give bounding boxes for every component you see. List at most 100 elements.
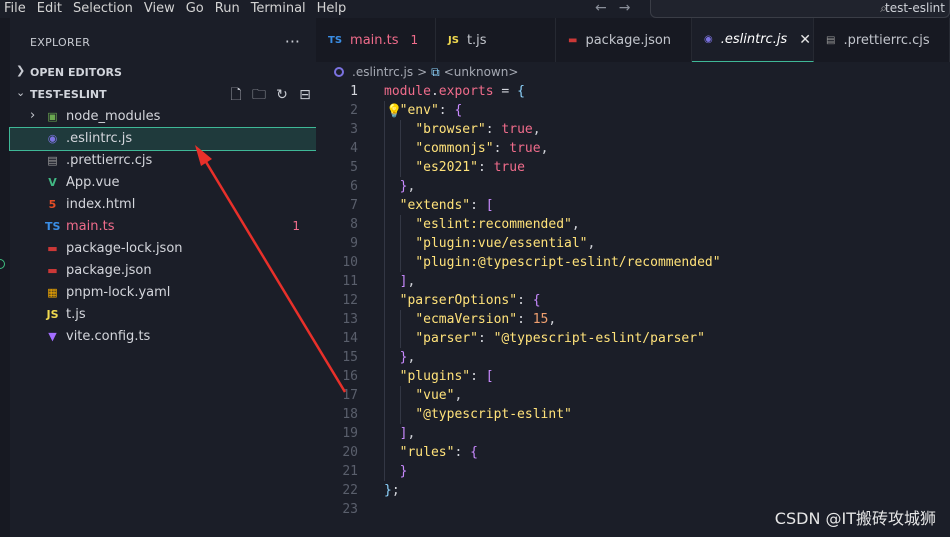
- new-file-icon[interactable]: 🗋: [227, 86, 245, 104]
- project-section[interactable]: ⌄ TEST-ESLINT 🗋 🗀 ↻ ⊟: [10, 86, 316, 104]
- breadcrumb-symbol[interactable]: <unknown>: [444, 65, 519, 79]
- file-tree-item[interactable]: ▬ package-lock.json: [10, 238, 316, 260]
- tab-file-icon: JS: [448, 34, 459, 46]
- code-line[interactable]: 9 "plugin:vue/essential",: [316, 234, 950, 253]
- breadcrumb: .eslintrc.js > ⧉ <unknown>: [334, 64, 518, 80]
- menu-item-file[interactable]: File: [0, 0, 32, 18]
- line-number: 3: [350, 122, 358, 137]
- menu-item-go[interactable]: Go: [181, 0, 210, 18]
- status-dot-icon: [0, 259, 5, 269]
- file-name: vite.config.ts: [66, 329, 151, 344]
- code-line[interactable]: 3 "browser": true,: [316, 120, 950, 139]
- code-text: "@typescript-eslint": [415, 407, 572, 422]
- explorer-header: EXPLORER ···: [10, 32, 316, 52]
- line-number: 21: [342, 464, 358, 479]
- npm-icon: ▬: [47, 242, 58, 255]
- code-line[interactable]: 14 "parser": "@typescript-eslint/parser": [316, 329, 950, 348]
- editor-tab[interactable]: ◉ .eslintrc.js ✕: [692, 18, 814, 62]
- code-editor[interactable]: 1 module.exports = {2 "env": {💡 3 "browser…: [316, 82, 950, 519]
- open-editors-label: OPEN EDITORS: [30, 66, 122, 79]
- code-line[interactable]: 8 "eslint:recommended",: [316, 215, 950, 234]
- code-line[interactable]: 17 "vue",: [316, 386, 950, 405]
- breadcrumb-separator: >: [417, 65, 428, 79]
- code-text: ],: [399, 274, 416, 289]
- menu-item-run[interactable]: Run: [210, 0, 246, 18]
- code-line[interactable]: 11 ],: [316, 272, 950, 291]
- line-number: 22: [342, 483, 358, 498]
- code-line[interactable]: 5 "es2021": true: [316, 158, 950, 177]
- line-number: 1: [350, 84, 358, 99]
- file-tree-item[interactable]: V App.vue: [10, 172, 316, 194]
- menu-item-terminal[interactable]: Terminal: [246, 0, 312, 18]
- line-number: 5: [350, 160, 358, 175]
- lightbulb-icon[interactable]: 💡: [386, 102, 402, 121]
- activity-strip: [0, 18, 10, 537]
- prettier-icon: ▤: [47, 154, 58, 167]
- file-name: package.json: [66, 263, 152, 278]
- close-icon[interactable]: ✕: [799, 32, 811, 48]
- refresh-icon[interactable]: ↻: [273, 86, 291, 104]
- file-tree-item[interactable]: TS main.ts 1: [10, 216, 316, 238]
- file-name: .eslintrc.js: [66, 131, 133, 146]
- editor-tab[interactable]: ▬ package.json: [556, 18, 692, 62]
- tab-label: .eslintrc.js: [720, 32, 788, 47]
- code-line[interactable]: 22};: [316, 481, 950, 500]
- menu-item-edit[interactable]: Edit: [32, 0, 68, 18]
- code-line[interactable]: 6 },: [316, 177, 950, 196]
- breadcrumb-file[interactable]: .eslintrc.js: [352, 65, 413, 79]
- editor-tab[interactable]: JS t.js: [436, 18, 556, 62]
- editor-tab[interactable]: ▤ .prettierrc.cjs: [814, 18, 950, 62]
- line-number: 16: [342, 369, 358, 384]
- chevron-down-icon: ⌄: [16, 86, 26, 99]
- code-line[interactable]: 7 "extends": [: [316, 196, 950, 215]
- code-line[interactable]: 12 "parserOptions": {: [316, 291, 950, 310]
- file-name: pnpm-lock.yaml: [66, 285, 171, 300]
- line-number: 19: [342, 426, 358, 441]
- file-tree-item[interactable]: ▦ pnpm-lock.yaml: [10, 282, 316, 304]
- explorer-title: EXPLORER: [30, 36, 91, 49]
- code-line[interactable]: 20 "rules": {: [316, 443, 950, 462]
- command-center-search[interactable]: ⌕ test-eslint: [650, 0, 950, 18]
- menu-item-view[interactable]: View: [139, 0, 181, 18]
- code-line[interactable]: 15 },: [316, 348, 950, 367]
- file-tree-item[interactable]: ▤ .prettierrc.cjs: [10, 150, 316, 172]
- new-folder-icon[interactable]: 🗀: [250, 86, 268, 104]
- file-tree-item[interactable]: ◉ .eslintrc.js: [9, 127, 317, 151]
- code-text: "parserOptions": {: [399, 293, 541, 308]
- menu-item-help[interactable]: Help: [312, 0, 353, 18]
- symbol-icon: ⧉: [431, 64, 440, 79]
- file-tree-item[interactable]: ▬ package.json: [10, 260, 316, 282]
- folder-node-icon: ▣: [47, 110, 58, 123]
- tab-label: package.json: [585, 32, 672, 48]
- menu-item-selection[interactable]: Selection: [68, 0, 139, 18]
- back-arrow-icon[interactable]: ←: [595, 0, 607, 18]
- code-line[interactable]: 13 "ecmaVersion": 15,: [316, 310, 950, 329]
- open-editors-section[interactable]: ❯ OPEN EDITORS: [10, 64, 316, 82]
- line-number: 8: [350, 217, 358, 232]
- code-text: "extends": [: [399, 198, 494, 213]
- collapse-all-icon[interactable]: ⊟: [296, 86, 314, 104]
- editor-area: TS main.ts 1 JS t.js ▬ package.json ◉ .eslintrc.…: [316, 18, 950, 537]
- file-tree-item[interactable]: 5 index.html: [10, 194, 316, 216]
- code-line[interactable]: 1 module.exports = {: [316, 82, 950, 101]
- file-tree-item[interactable]: ▼ vite.config.ts: [10, 326, 316, 348]
- code-text: }: [399, 464, 408, 479]
- code-line[interactable]: 16 "plugins": [: [316, 367, 950, 386]
- code-line[interactable]: 21 }: [316, 462, 950, 481]
- line-number: 7: [350, 198, 358, 213]
- code-text: "plugin:@typescript-eslint/recommended": [415, 255, 721, 270]
- eslint-icon: [334, 67, 344, 77]
- code-line[interactable]: 19 ],: [316, 424, 950, 443]
- code-line[interactable]: 4 "commonjs": true,: [316, 139, 950, 158]
- line-number: 6: [350, 179, 358, 194]
- forward-arrow-icon[interactable]: →: [619, 0, 631, 18]
- code-line[interactable]: 2 "env": {💡: [316, 101, 950, 120]
- code-line[interactable]: 10 "plugin:@typescript-eslint/recommende…: [316, 253, 950, 272]
- editor-tab[interactable]: TS main.ts 1: [316, 18, 436, 62]
- code-line[interactable]: 18 "@typescript-eslint": [316, 405, 950, 424]
- more-actions-icon[interactable]: ···: [285, 32, 300, 51]
- file-tree-item[interactable]: JS t.js: [10, 304, 316, 326]
- line-number: 12: [342, 293, 358, 308]
- tab-file-icon: ▤: [826, 34, 836, 46]
- file-tree-item[interactable]: › ▣ node_modules: [10, 106, 316, 128]
